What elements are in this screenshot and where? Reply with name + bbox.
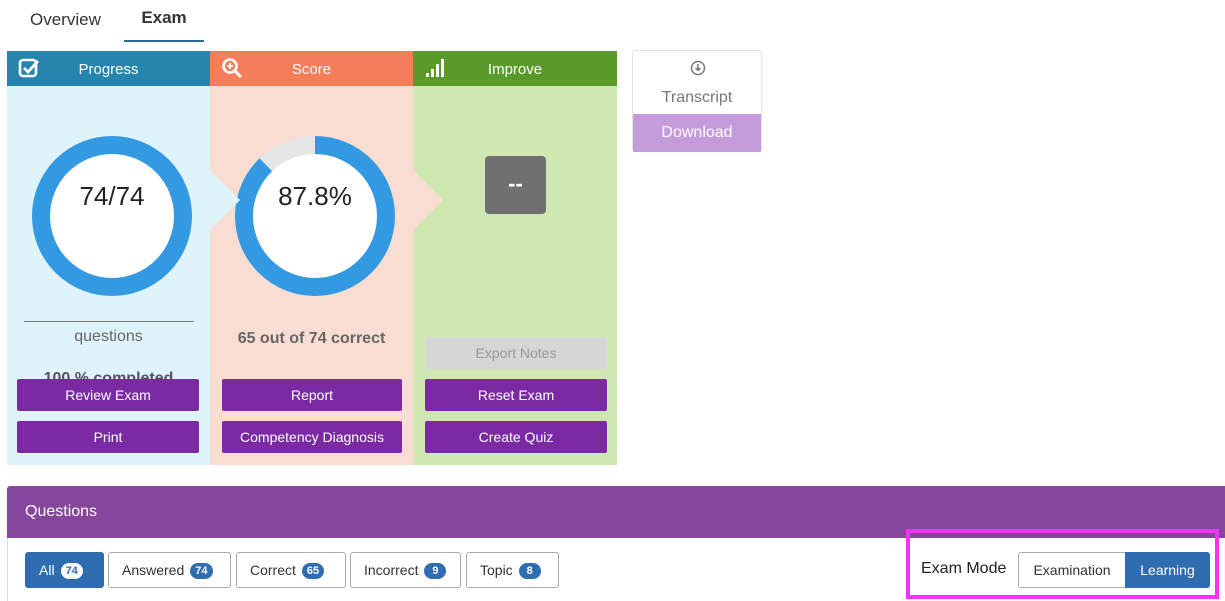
- create-quiz-button[interactable]: Create Quiz: [425, 421, 607, 453]
- score-percent: 87.8%: [278, 181, 352, 211]
- score-chevron: [413, 170, 443, 230]
- progress-count: 74/74: [79, 181, 145, 211]
- print-button[interactable]: Print: [17, 421, 199, 453]
- tab-exam[interactable]: Exam: [124, 8, 204, 28]
- progress-donut: [32, 136, 192, 296]
- filter-count-badge: 74: [190, 563, 213, 579]
- download-button[interactable]: Download: [633, 114, 761, 152]
- filter-count-badge: 9: [424, 563, 447, 579]
- filter-count-badge: 74: [60, 563, 83, 579]
- improve-body: -- Export Notes Reset Exam Create Quiz: [413, 86, 617, 465]
- progress-body: 74/74 questions 100 % completed Review E…: [7, 86, 210, 465]
- reset-exam-button[interactable]: Reset Exam: [425, 379, 607, 411]
- competency-diagnosis-button[interactable]: Competency Diagnosis: [222, 421, 402, 453]
- filter-count-badge: 8: [518, 563, 541, 579]
- active-tab-indicator: [124, 40, 204, 42]
- progress-chevron: [210, 170, 240, 230]
- transcript-label: Transcript: [661, 89, 733, 106]
- score-panel: Score 87.8% 65 out of 74 correct Report …: [210, 51, 413, 465]
- questions-title: Questions: [25, 503, 98, 520]
- progress-title: Progress: [78, 61, 139, 78]
- score-body: 87.8% 65 out of 74 correct Report Compet…: [210, 86, 413, 465]
- export-notes-button[interactable]: Export Notes: [425, 337, 607, 369]
- improve-title: Improve: [487, 61, 543, 78]
- filter-all-button[interactable]: All 74: [25, 552, 104, 588]
- score-donut: [235, 136, 395, 296]
- filter-incorrect-button[interactable]: Incorrect 9: [350, 552, 461, 588]
- tab-bar: Overview Exam: [0, 0, 400, 42]
- exam-mode-label: Exam Mode: [921, 560, 1007, 577]
- filter-label: Answered: [122, 562, 185, 578]
- filter-label: Incorrect: [364, 562, 419, 578]
- questions-label: questions: [74, 328, 143, 345]
- score-header: Score: [210, 51, 413, 86]
- progress-divider: [24, 321, 194, 322]
- filter-label: Topic: [480, 562, 513, 578]
- filter-correct-button[interactable]: Correct 65: [236, 552, 346, 588]
- learning-mode-button[interactable]: Learning: [1125, 552, 1210, 588]
- progress-panel: Progress 74/74 questions 100 % completed…: [7, 51, 210, 465]
- report-button[interactable]: Report: [222, 379, 402, 411]
- filter-count-badge: 65: [301, 563, 325, 579]
- improve-panel: Improve -- Export Notes Reset Exam Creat…: [413, 51, 617, 465]
- score-title: Score: [291, 61, 332, 78]
- tab-overview[interactable]: Overview: [30, 10, 101, 30]
- filter-label: All: [39, 562, 55, 578]
- download-circle-icon: [690, 60, 706, 76]
- improve-header: Improve: [413, 51, 617, 86]
- filter-label: Correct: [250, 562, 296, 578]
- improve-value: --: [485, 156, 546, 214]
- filter-topic-button[interactable]: Topic 8: [466, 552, 559, 588]
- progress-header: Progress: [7, 51, 210, 86]
- examination-mode-button[interactable]: Examination: [1018, 552, 1126, 588]
- review-exam-button[interactable]: Review Exam: [17, 379, 199, 411]
- correct-label: 65 out of 74 correct: [237, 330, 386, 347]
- transcript-card: Transcript Download: [632, 50, 762, 152]
- filter-answered-button[interactable]: Answered 74: [108, 552, 231, 588]
